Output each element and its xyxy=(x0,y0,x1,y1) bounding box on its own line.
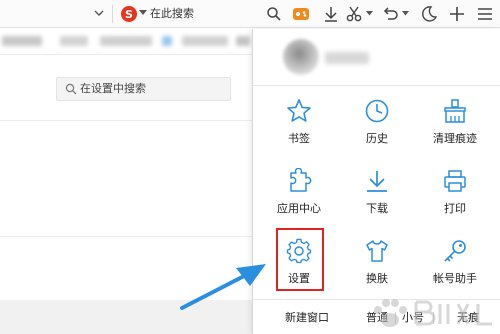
new-window-button[interactable]: 新建窗口 xyxy=(285,311,329,325)
settings-search-input[interactable]: 在设置中搜索 xyxy=(80,82,146,96)
key-icon xyxy=(444,240,466,262)
blurred-tab xyxy=(162,36,172,46)
printer-icon xyxy=(444,170,466,192)
blurred-tab xyxy=(2,36,42,46)
menu-item-label: 打印 xyxy=(444,202,466,215)
search-input[interactable]: 在此搜索 xyxy=(150,6,194,21)
scissors-icon[interactable] xyxy=(345,5,363,23)
blurred-tab xyxy=(100,36,152,46)
scissors-caret-icon[interactable] xyxy=(366,11,373,16)
menu-item-label: 清理痕迹 xyxy=(433,132,477,145)
search-icon[interactable] xyxy=(266,6,282,22)
chevron-down-icon[interactable] xyxy=(92,6,106,20)
menu-item-label: 历史 xyxy=(366,132,388,145)
puzzle-icon xyxy=(290,168,312,192)
download-icon[interactable] xyxy=(322,5,340,23)
download-icon xyxy=(367,171,387,192)
add-tab-icon[interactable] xyxy=(448,5,466,23)
menu-item-clear-traces[interactable]: 清理痕迹 xyxy=(420,96,490,160)
tshirt-icon xyxy=(366,240,388,262)
menu-item-print[interactable]: 打印 xyxy=(420,166,490,230)
menu-item-label: 应用中心 xyxy=(277,202,321,215)
night-mode-icon[interactable] xyxy=(420,5,438,23)
menu-item-bookmarks[interactable]: 书签 xyxy=(264,96,334,160)
browser-toolbar: S 在此搜索 xyxy=(0,0,500,28)
settings-highlight-box xyxy=(276,228,324,291)
menu-item-history[interactable]: 历史 xyxy=(342,96,412,160)
menu-item-label: 帐号助手 xyxy=(433,272,477,285)
menu-item-label: 换肤 xyxy=(366,272,388,285)
search-icon xyxy=(65,83,77,95)
settings-search-field[interactable]: 在设置中搜索 xyxy=(56,77,231,101)
account-name-blurred xyxy=(325,52,369,64)
divider xyxy=(0,120,252,121)
clock-icon xyxy=(365,99,389,123)
avatar[interactable] xyxy=(283,39,319,75)
broom-icon xyxy=(444,99,466,123)
menu-item-app-center[interactable]: 应用中心 xyxy=(264,166,334,230)
undo-caret-icon[interactable] xyxy=(402,11,409,16)
divider xyxy=(0,236,252,237)
account-header[interactable] xyxy=(253,29,500,86)
star-icon xyxy=(287,99,311,122)
engine-caret-icon[interactable] xyxy=(139,10,147,16)
pointer-arrow-icon xyxy=(180,264,266,310)
menu-icon[interactable] xyxy=(476,5,494,23)
blurred-tab xyxy=(236,36,250,46)
game-controller-icon[interactable] xyxy=(292,5,310,23)
menu-item-downloads[interactable]: 下载 xyxy=(342,166,412,230)
sogou-search-engine-icon[interactable]: S xyxy=(120,5,138,23)
tab-strip xyxy=(0,29,252,55)
menu-item-label: 下载 xyxy=(366,202,388,215)
blurred-tab xyxy=(182,36,228,46)
toolbar-divider xyxy=(112,5,113,23)
menu-item-label: 书签 xyxy=(288,132,310,145)
baidu-jingyan-watermark-icon xyxy=(374,299,492,327)
undo-icon[interactable] xyxy=(381,5,399,23)
blurred-tab xyxy=(60,36,88,46)
svg-text:S: S xyxy=(125,8,133,21)
